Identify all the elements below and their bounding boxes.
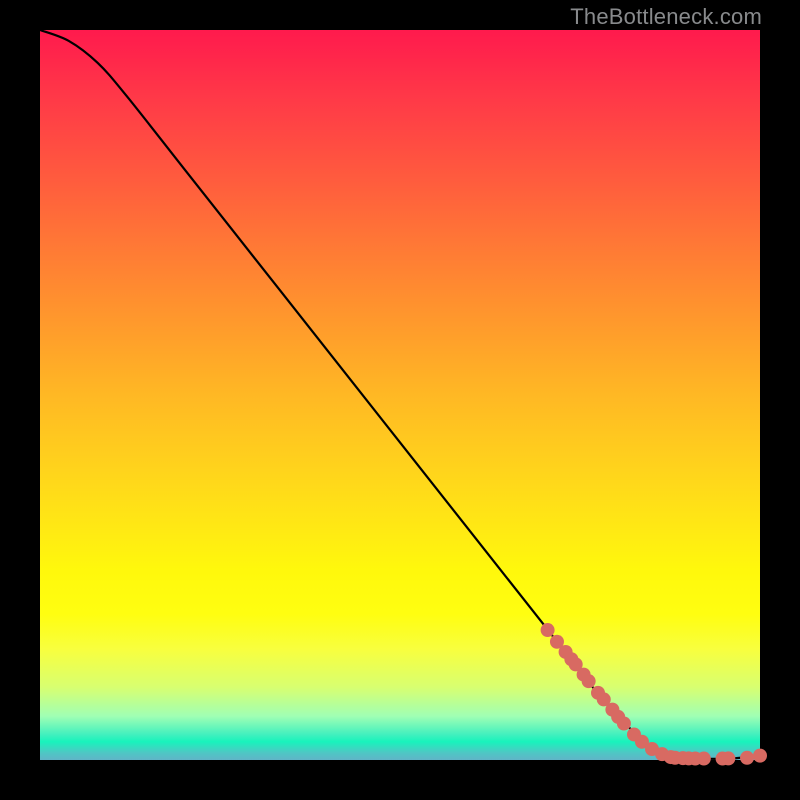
chart-frame: TheBottleneck.com [0,0,800,800]
data-point [697,752,711,766]
data-point [740,751,754,765]
data-point [541,623,555,637]
data-point [753,749,767,763]
watermark-text: TheBottleneck.com [570,4,762,30]
data-point [582,674,596,688]
curve-line [40,30,760,759]
data-point [721,751,735,765]
chart-overlay [40,30,760,760]
data-point [617,717,631,731]
plot-area [40,30,760,760]
